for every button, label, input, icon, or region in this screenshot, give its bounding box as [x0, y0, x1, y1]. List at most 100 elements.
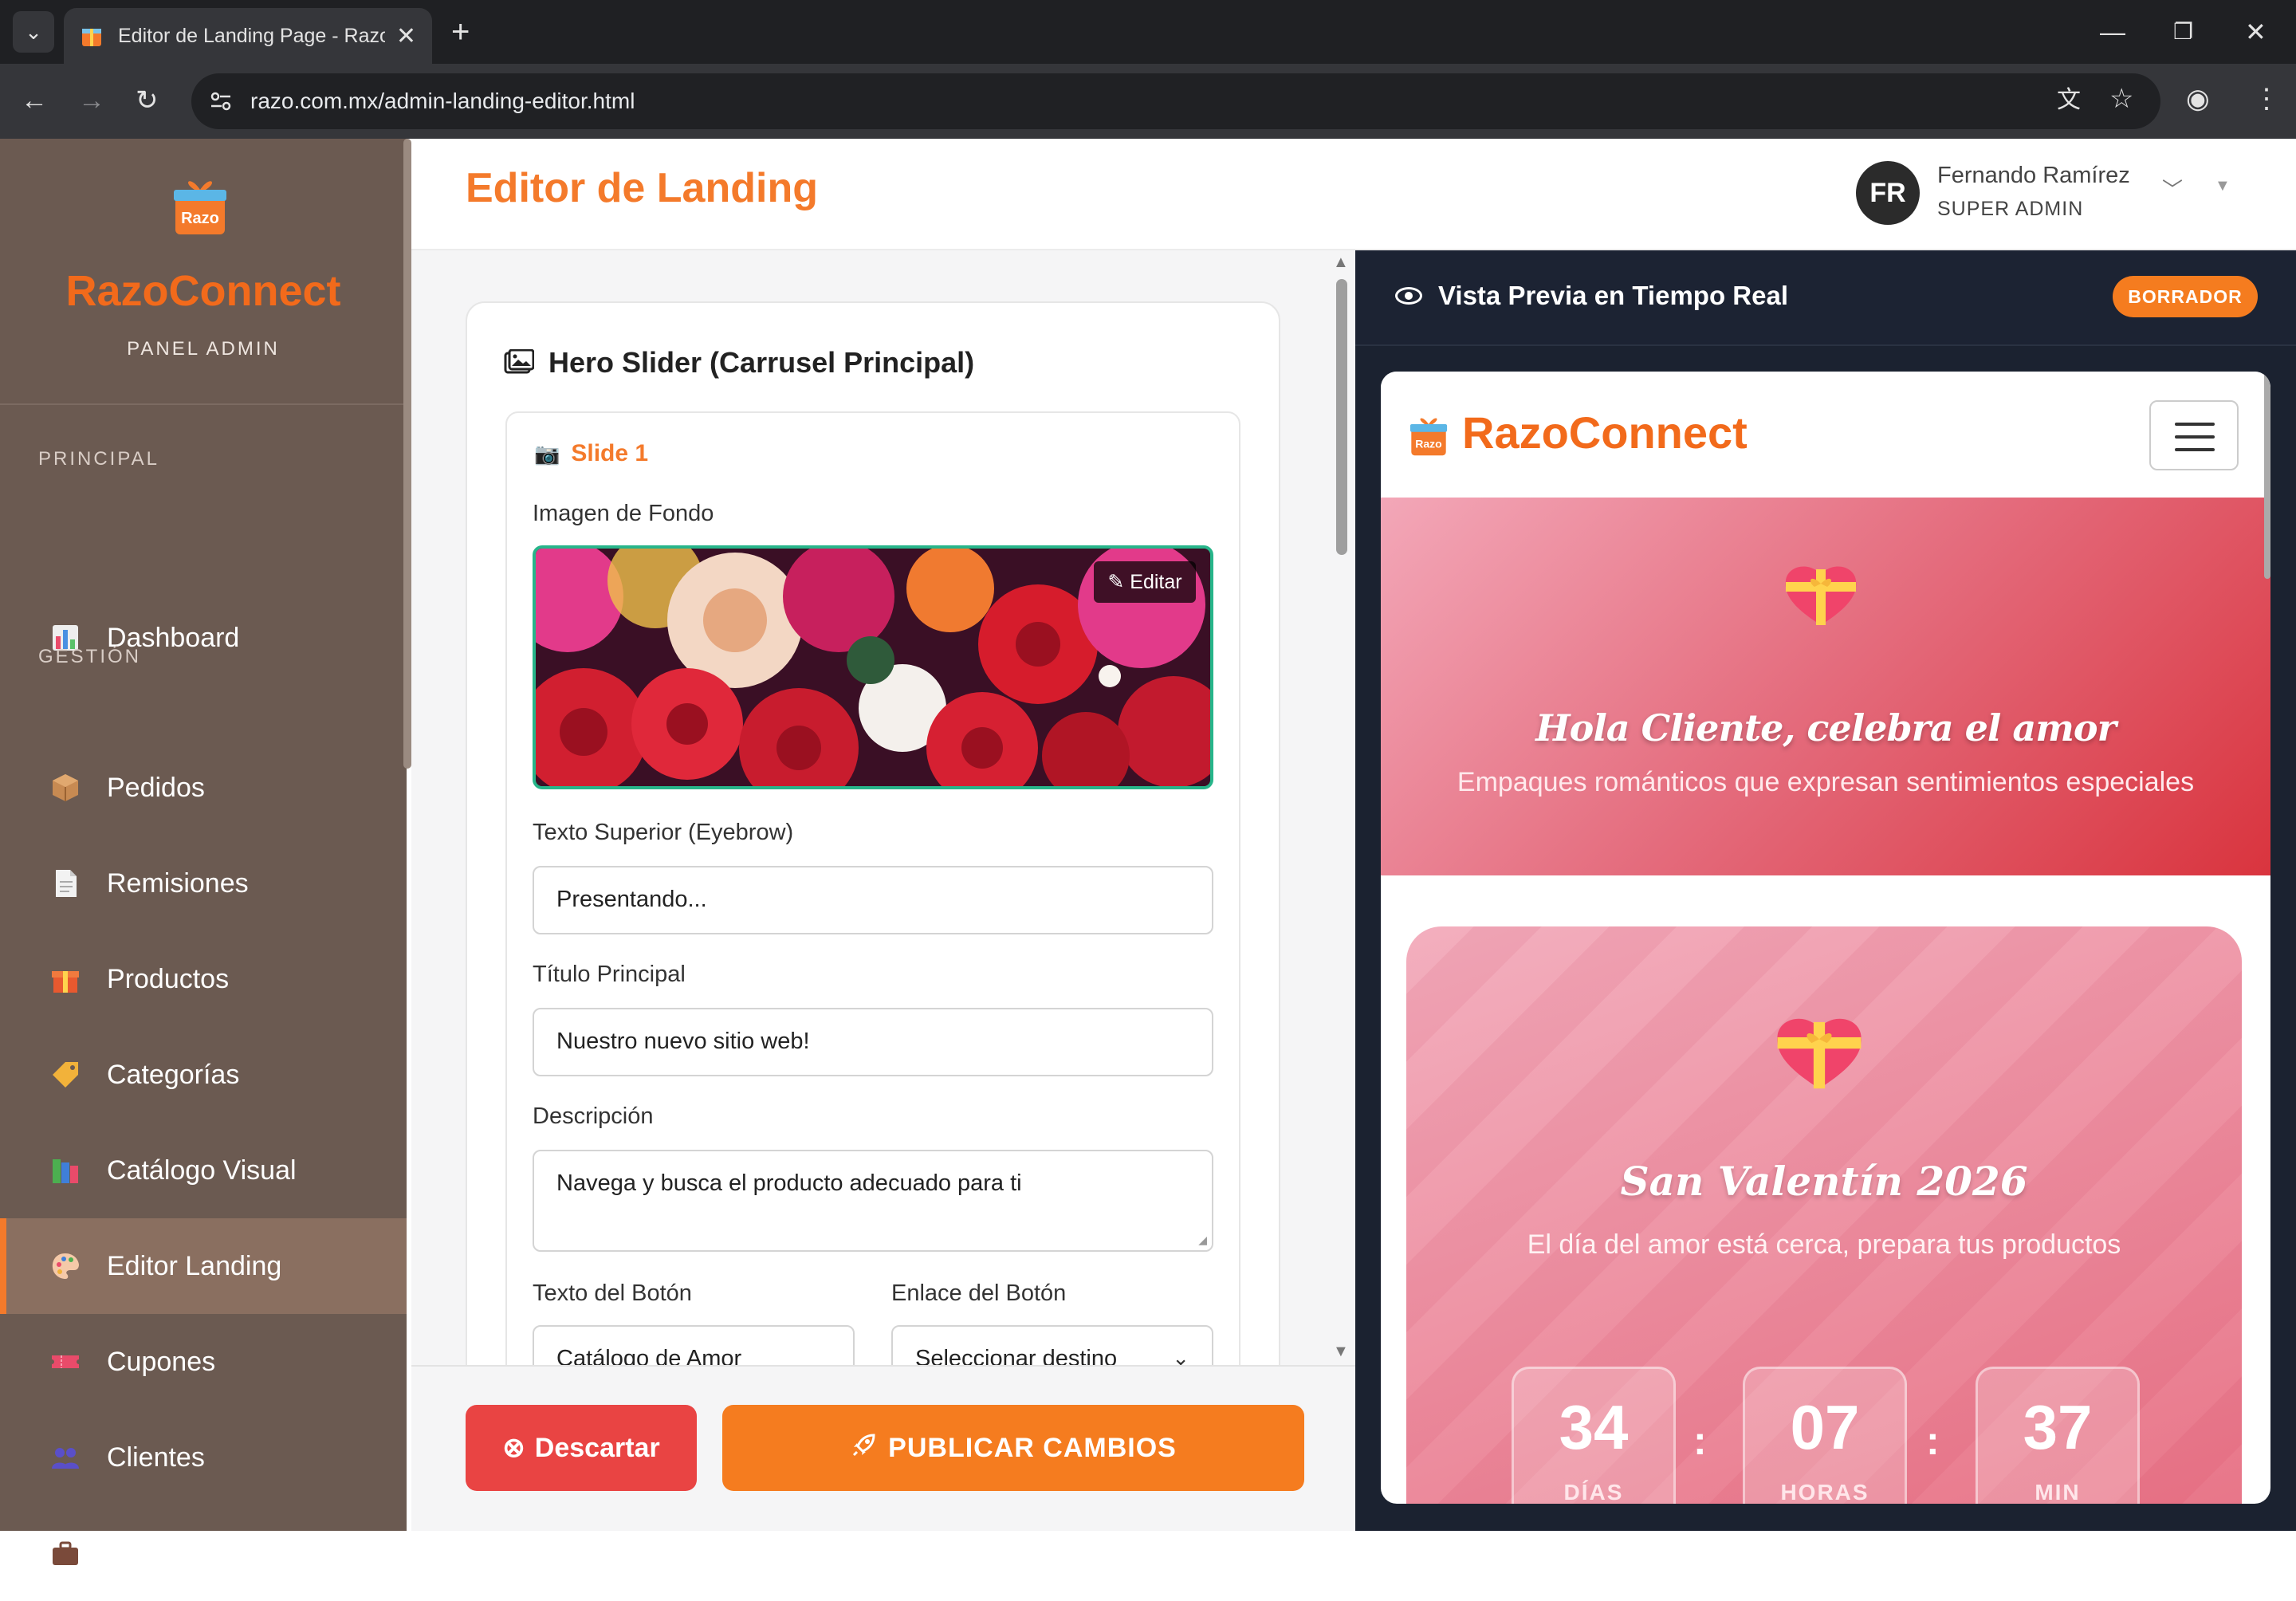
sidebar-item-pedidos[interactable]: Pedidos [0, 740, 407, 836]
rocket-icon [850, 1430, 879, 1466]
sidebar-item-label: Clientes [107, 1442, 205, 1473]
briefcase-icon [49, 1537, 81, 1569]
scroll-up-icon[interactable]: ▲ [1333, 254, 1349, 272]
profile-icon[interactable]: ◉ [2186, 83, 2210, 115]
browser-tab[interactable]: Editor de Landing Page - RazoC ✕ [64, 8, 432, 64]
countdown-minutes-value: 37 [2023, 1392, 2093, 1462]
status-badge: BORRADOR [2113, 276, 2258, 317]
brand-name: RazoConnect [65, 267, 341, 315]
countdown-hours-value: 07 [1790, 1392, 1860, 1462]
scroll-down-icon[interactable]: ▼ [1333, 1343, 1349, 1361]
sidebar-item-label: Agentes [107, 1537, 206, 1568]
favicon-icon [82, 29, 101, 46]
hamburger-menu-icon[interactable] [2149, 400, 2239, 470]
minimize-icon[interactable]: — [2100, 14, 2125, 49]
countdown-separator: : [1693, 1418, 1707, 1463]
sidebar: Razo RazoConnect PANEL ADMIN PRINCIPAL D… [0, 139, 407, 1568]
countdown-days: 34 DÍAS [1512, 1367, 1676, 1504]
sidebar-item-label: Catálogo Visual [107, 1155, 297, 1186]
browser-toolbar: ← → ↻ razo.com.mx/admin-landing-editor.h… [0, 64, 2296, 139]
new-tab-button[interactable]: + [451, 14, 470, 49]
countdown-hours-label: HORAS [1780, 1480, 1869, 1504]
button-text-label: Texto del Botón [533, 1280, 692, 1306]
sidebar-item-editor-landing[interactable]: Editor Landing [0, 1218, 407, 1314]
heart-gift-icon [1785, 566, 1857, 625]
reload-icon[interactable]: ↻ [136, 85, 159, 116]
close-circle-icon: ⊗ [502, 1433, 525, 1463]
heart-gift-icon [1777, 1018, 1862, 1089]
title-value: Nuestro nuevo sitio web! [556, 1029, 810, 1054]
camera-icon: 📷 [534, 442, 560, 466]
sidebar-item-clientes[interactable]: Clientes [0, 1410, 407, 1505]
preview-scrollbar[interactable] [2264, 372, 2270, 579]
button-link-label: Enlace del Botón [891, 1280, 1067, 1306]
preview-hero: Hola Cliente, celebra el amor Empaques r… [1381, 498, 2270, 875]
sidebar-item-dashboard[interactable]: Dashboard [0, 590, 407, 686]
sidebar-item-productos[interactable]: Productos [0, 931, 407, 1027]
edit-image-button[interactable]: ✎ Editar [1094, 561, 1196, 603]
publish-label: PUBLICAR CAMBIOS [888, 1432, 1177, 1463]
sidebar-item-catalogo-visual[interactable]: Catálogo Visual [0, 1123, 407, 1218]
sidebar-divider [0, 403, 407, 405]
description-label: Descripción [533, 1103, 654, 1129]
address-bar[interactable]: razo.com.mx/admin-landing-editor.html [191, 73, 2160, 129]
description-value: Navega y busca el producto adecuado para… [556, 1170, 1022, 1196]
chevron-down-icon[interactable]: ﹀ [2162, 174, 2183, 203]
discard-label: Descartar [534, 1432, 660, 1463]
eyebrow-label: Texto Superior (Eyebrow) [533, 820, 794, 845]
discard-button[interactable]: ⊗ Descartar [466, 1405, 697, 1491]
page-title: Editor de Landing [466, 165, 818, 211]
editor-scrollbar[interactable] [1336, 279, 1347, 555]
sidebar-item-label: Remisiones [107, 867, 249, 899]
sidebar-scrollbar[interactable] [403, 139, 411, 769]
translate-icon[interactable]: 文 [2057, 85, 2081, 116]
restore-icon[interactable]: ❐ [2173, 14, 2193, 49]
section-principal: PRINCIPAL [38, 448, 159, 470]
menu-kebab-icon[interactable]: ⋮ [2253, 83, 2280, 115]
title-input[interactable]: Nuestro nuevo sitio web! [533, 1008, 1213, 1076]
edit-image-label: Editar [1130, 571, 1182, 593]
back-icon[interactable]: ← [21, 85, 48, 116]
sidebar-item-label: Productos [107, 963, 230, 994]
valentine-card: San Valentín 2026 El día del amor está c… [1406, 926, 2242, 1504]
sidebar-item-cupones[interactable]: Cupones [0, 1314, 407, 1410]
tab-title: Editor de Landing Page - RazoC [118, 24, 385, 47]
sidebar-item-label: Editor Landing [107, 1250, 282, 1281]
books-icon [49, 1155, 81, 1186]
dropdown-caret-icon[interactable]: ▼ [2215, 177, 2231, 195]
sidebar-item-label: Categorías [107, 1059, 240, 1090]
section-title-text: Hero Slider (Carrusel Principal) [548, 346, 975, 379]
browser-tab-strip: ⌄ Editor de Landing Page - RazoC ✕ + — ❐… [0, 0, 2296, 64]
forward-icon[interactable]: → [78, 85, 105, 116]
countdown-hours: 07 HORAS [1743, 1367, 1907, 1504]
section-title: Hero Slider (Carrusel Principal) [504, 346, 974, 380]
sidebar-item-label: Cupones [107, 1346, 216, 1377]
countdown-days-label: DÍAS [1563, 1480, 1624, 1504]
sidebar-item-agentes[interactable]: Agentes [0, 1505, 407, 1601]
countdown-minutes: 37 MIN [1976, 1367, 2140, 1504]
sidebar-item-remisiones[interactable]: Remisiones [0, 836, 407, 931]
document-icon [49, 867, 81, 899]
preview-navbar: Razo RazoConnect [1381, 372, 2270, 498]
site-info-icon[interactable] [209, 89, 233, 113]
url-text: razo.com.mx/admin-landing-editor.html [250, 89, 635, 113]
resize-handle-icon[interactable]: ◢ [1198, 1233, 1207, 1247]
close-tab-icon[interactable]: ✕ [396, 22, 416, 50]
users-icon [49, 1442, 81, 1473]
slide-title: 📷 Slide 1 [534, 440, 648, 467]
description-textarea[interactable]: Navega y busca el producto adecuado para… [533, 1150, 1213, 1252]
preview-hero-title: Hola Cliente, celebra el amor [1535, 706, 2117, 749]
palette-icon [49, 1250, 81, 1282]
section-gestion: GESTIÓN [38, 646, 142, 667]
avatar[interactable]: FR [1856, 161, 1920, 225]
preview-viewport[interactable]: Razo RazoConnect Hola Cliente, celebra e… [1381, 372, 2270, 1504]
close-window-icon[interactable]: ✕ [2245, 14, 2267, 49]
sidebar-item-categorias[interactable]: Categorías [0, 1027, 407, 1123]
bookmark-star-icon[interactable]: ☆ [2109, 83, 2133, 115]
publish-button[interactable]: PUBLICAR CAMBIOS [722, 1405, 1304, 1491]
razo-logo: Razo [1409, 418, 1448, 456]
image-label: Imagen de Fondo [533, 501, 714, 526]
tab-search-button[interactable]: ⌄ [13, 11, 54, 53]
user-name[interactable]: Fernando Ramírez [1937, 163, 2130, 189]
eyebrow-input[interactable]: Presentando... [533, 866, 1213, 934]
